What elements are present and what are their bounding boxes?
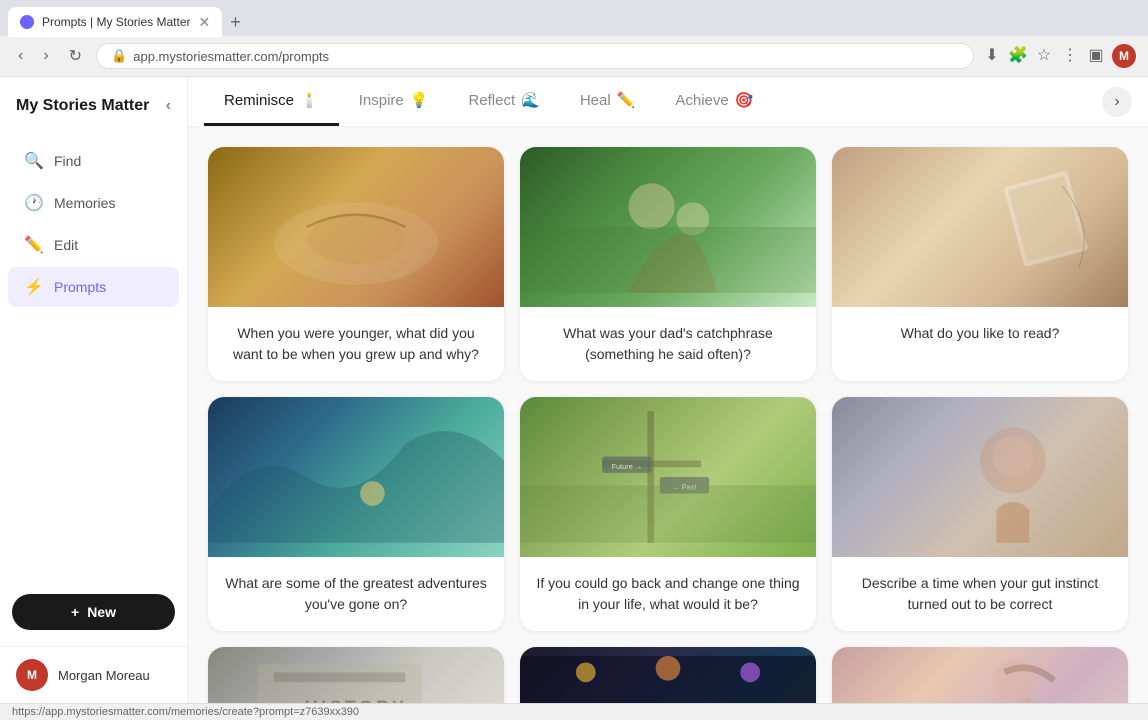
prompt-card-3[interactable]: What do you like to read? — [832, 147, 1128, 381]
star-icon[interactable]: ☆ — [1034, 46, 1054, 66]
prompt-image-5: Future → ← Past — [520, 397, 816, 557]
new-button[interactable]: + New — [12, 594, 175, 630]
nav-bar: ‹ › ↻ 🔒 app.mystoriesmatter.com/prompts … — [0, 36, 1148, 76]
prompt-image-8 — [520, 647, 816, 703]
sidebar-item-find[interactable]: 🔍 Find — [8, 141, 179, 181]
status-url: https://app.mystoriesmatter.com/memories… — [12, 706, 359, 718]
prompt-card-8[interactable] — [520, 647, 816, 703]
inspire-emoji: 💡 — [410, 91, 429, 109]
tab-title: Prompts | My Stories Matter — [42, 15, 190, 29]
prompt-card-5[interactable]: Future → ← Past If you could go back and… — [520, 397, 816, 631]
prompt-image-4 — [208, 397, 504, 557]
profile-avatar[interactable]: M — [1112, 44, 1136, 68]
sidebar-item-find-label: Find — [54, 153, 81, 169]
settings-icon[interactable]: ⋮ — [1060, 46, 1080, 66]
new-button-plus: + — [71, 604, 79, 620]
achieve-label: Achieve — [675, 92, 728, 109]
sidebar-collapse-button[interactable]: ‹ — [166, 97, 171, 115]
app: My Stories Matter ‹ 🔍 Find 🕐 Memories ✏️… — [0, 77, 1148, 703]
sidebar-item-edit[interactable]: ✏️ Edit — [8, 225, 179, 265]
sidebar-item-memories[interactable]: 🕐 Memories — [8, 183, 179, 223]
tab-reflect[interactable]: Reflect 🌊 — [448, 77, 559, 126]
heal-label: Heal — [580, 92, 611, 109]
tab-favicon — [20, 15, 34, 29]
tab-heal[interactable]: Heal ✏️ — [560, 77, 656, 126]
back-button[interactable]: ‹ — [12, 45, 29, 67]
prompt-card-2[interactable]: What was your dad's catchphrase (somethi… — [520, 147, 816, 381]
edit-icon: ✏️ — [24, 235, 44, 255]
inspire-label: Inspire — [359, 92, 404, 109]
browser-chrome: Prompts | My Stories Matter ✕ + ‹ › ↻ 🔒 … — [0, 0, 1148, 77]
find-icon: 🔍 — [24, 151, 44, 171]
user-avatar-initials: M — [27, 668, 37, 682]
tab-reminisce[interactable]: Reminisce 🕯️ — [204, 77, 339, 126]
prompt-image-9 — [832, 647, 1128, 703]
tab-achieve[interactable]: Achieve 🎯 — [655, 77, 773, 126]
sidebar: My Stories Matter ‹ 🔍 Find 🕐 Memories ✏️… — [0, 77, 188, 703]
prompt-image-2 — [520, 147, 816, 307]
heal-emoji: ✏️ — [617, 91, 636, 109]
category-tabs: Reminisce 🕯️ Inspire 💡 Reflect 🌊 Heal ✏️… — [188, 77, 1148, 127]
sidebar-item-prompts[interactable]: ⚡ Prompts — [8, 267, 179, 307]
prompt-image-7: HISTORY — [208, 647, 504, 703]
url-bar[interactable]: 🔒 app.mystoriesmatter.com/prompts — [96, 43, 974, 69]
reminisce-emoji: 🕯️ — [300, 91, 319, 109]
prompts-grid: When you were younger, what did you want… — [208, 147, 1128, 703]
lock-icon: 🔒 — [111, 48, 127, 64]
prompt-text-4: What are some of the greatest adventures… — [208, 557, 504, 631]
prompt-image-6 — [832, 397, 1128, 557]
reminisce-label: Reminisce — [224, 92, 294, 109]
url-text: app.mystoriesmatter.com/prompts — [133, 49, 329, 64]
reflect-emoji: 🌊 — [521, 91, 540, 109]
forward-button[interactable]: › — [37, 45, 54, 67]
tab-close-button[interactable]: ✕ — [198, 14, 210, 31]
prompt-image-1 — [208, 147, 504, 307]
prompt-text-5: If you could go back and change one thin… — [520, 557, 816, 631]
status-bar: https://app.mystoriesmatter.com/memories… — [0, 703, 1148, 720]
new-button-label: New — [87, 604, 116, 620]
achieve-emoji: 🎯 — [735, 91, 754, 109]
reload-button[interactable]: ↻ — [63, 44, 88, 68]
new-tab-button[interactable]: + — [222, 12, 249, 33]
tab-scroll-right-button[interactable]: › — [1102, 87, 1132, 117]
prompt-text-1: When you were younger, what did you want… — [208, 307, 504, 381]
prompt-text-6: Describe a time when your gut instinct t… — [832, 557, 1128, 631]
extension-icon[interactable]: 🧩 — [1008, 46, 1028, 66]
app-title: My Stories Matter — [16, 97, 149, 115]
prompt-card-4[interactable]: What are some of the greatest adventures… — [208, 397, 504, 631]
sidebar-nav: 🔍 Find 🕐 Memories ✏️ Edit ⚡ Prompts — [0, 131, 187, 586]
prompt-card-9[interactable] — [832, 647, 1128, 703]
sidebar-item-memories-label: Memories — [54, 195, 115, 211]
sidebar-toggle-icon[interactable]: ▣ — [1086, 46, 1106, 66]
reflect-label: Reflect — [468, 92, 515, 109]
sidebar-header: My Stories Matter ‹ — [0, 77, 187, 131]
prompt-text-2: What was your dad's catchphrase (somethi… — [520, 307, 816, 381]
user-name: Morgan Moreau — [58, 668, 150, 683]
svg-text:Future →: Future → — [611, 462, 642, 471]
svg-text:HISTORY: HISTORY — [305, 697, 407, 703]
prompts-container: When you were younger, what did you want… — [188, 127, 1148, 703]
main-content: Reminisce 🕯️ Inspire 💡 Reflect 🌊 Heal ✏️… — [188, 77, 1148, 703]
prompt-text-3: What do you like to read? — [832, 307, 1128, 360]
active-tab[interactable]: Prompts | My Stories Matter ✕ — [8, 7, 222, 37]
sidebar-item-prompts-label: Prompts — [54, 279, 106, 295]
memories-icon: 🕐 — [24, 193, 44, 213]
download-icon[interactable]: ⬇ — [982, 46, 1002, 66]
prompt-card-1[interactable]: When you were younger, what did you want… — [208, 147, 504, 381]
user-avatar: M — [16, 659, 48, 691]
nav-actions: ⬇ 🧩 ☆ ⋮ ▣ M — [982, 44, 1136, 68]
prompts-icon: ⚡ — [24, 277, 44, 297]
prompt-card-6[interactable]: Describe a time when your gut instinct t… — [832, 397, 1128, 631]
prompt-image-3 — [832, 147, 1128, 307]
sidebar-user: M Morgan Moreau — [0, 646, 187, 703]
tab-bar: Prompts | My Stories Matter ✕ + — [0, 0, 1148, 36]
sidebar-item-edit-label: Edit — [54, 237, 78, 253]
tab-inspire[interactable]: Inspire 💡 — [339, 77, 449, 126]
prompt-card-7[interactable]: HISTORY — [208, 647, 504, 703]
